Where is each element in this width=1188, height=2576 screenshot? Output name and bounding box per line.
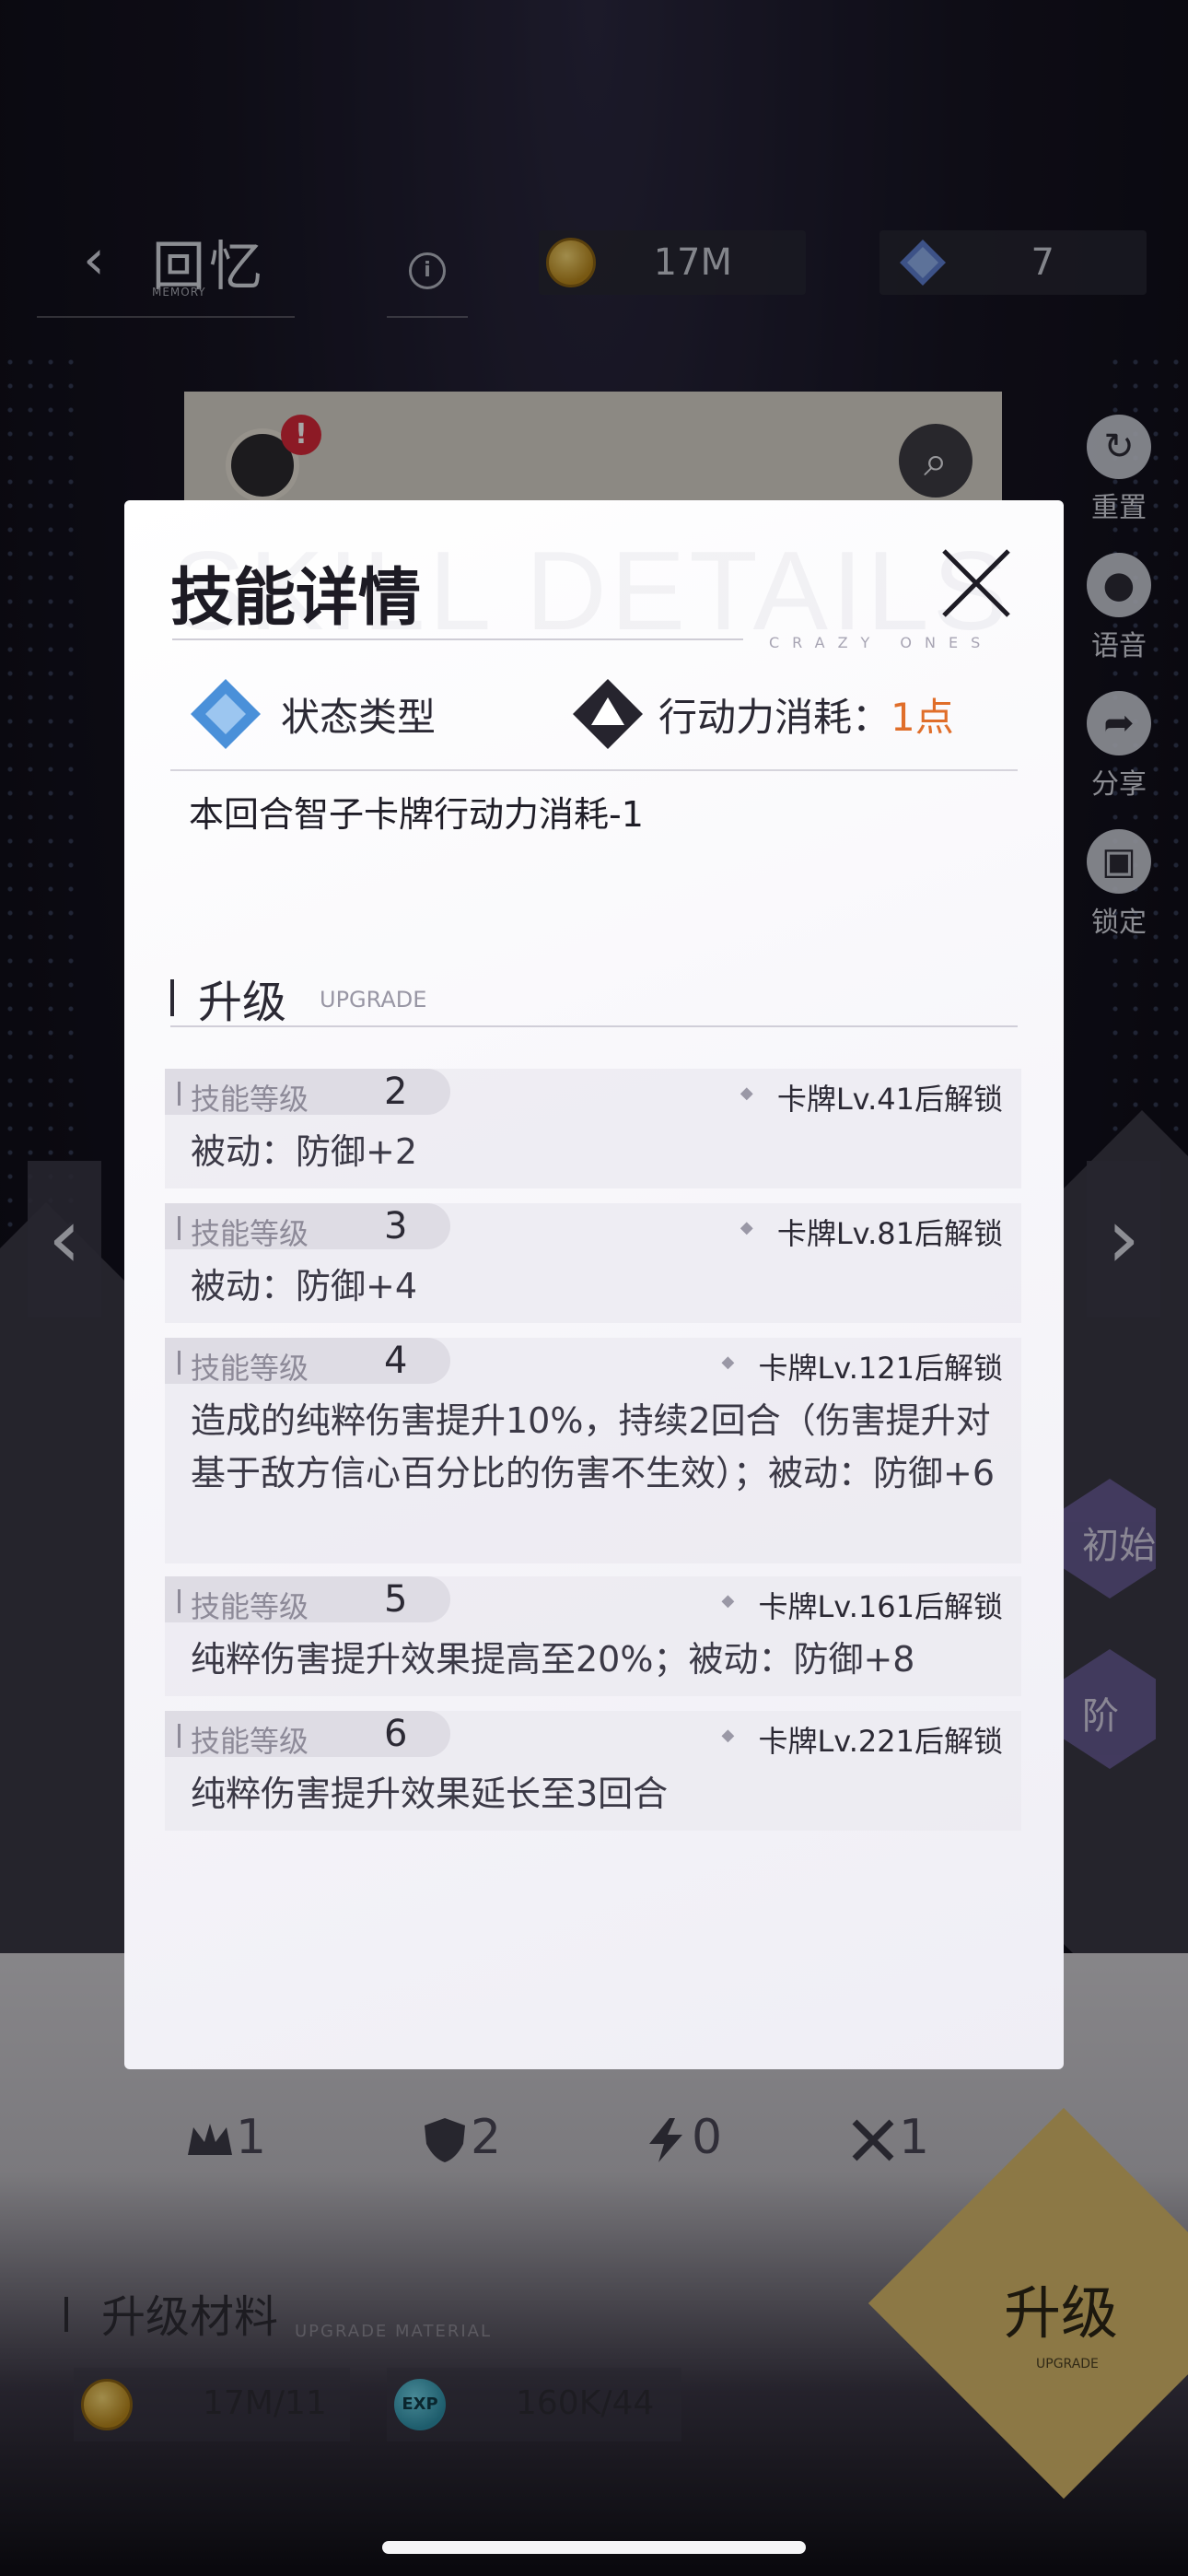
action-cost: 行动力消耗：1点 (658, 695, 954, 740)
title-divider (172, 638, 743, 640)
level-effect: 纯粹伤害提升效果提高至20%；被动：防御+8 (191, 1639, 915, 1680)
skill-level-label: 技能等级 (177, 1345, 309, 1388)
type-divider (170, 769, 1018, 771)
skill-level-number: 6 (384, 1713, 408, 1755)
upgrade-section-title: 升级 (198, 977, 287, 1028)
skill-level-number: 5 (384, 1578, 408, 1621)
skill-type-row: 状态类型 行动力消耗：1点 (189, 666, 1018, 758)
skill-level-label: 技能等级 (177, 1718, 309, 1761)
skill-level-label: 技能等级 (177, 1211, 309, 1253)
level-effect: 被动：防御+2 (191, 1131, 418, 1172)
section-divider (170, 1025, 1018, 1027)
list-item: 技能等级 4 卡牌Lv.121后解锁 造成的纯粹伤害提升10%，持续2回合（伤害… (165, 1338, 1021, 1563)
skill-level-label: 技能等级 (177, 1076, 309, 1118)
unlock-condition: 卡牌Lv.161后解锁 (722, 1584, 1003, 1626)
unlock-condition: 卡牌Lv.221后解锁 (722, 1718, 1003, 1761)
close-icon[interactable] (935, 542, 1018, 625)
list-item: 技能等级 2 卡牌Lv.41后解锁 被动：防御+2 (165, 1069, 1021, 1188)
unlock-condition: 卡牌Lv.81后解锁 (740, 1211, 1003, 1253)
level-effect: 被动：防御+4 (191, 1266, 418, 1306)
list-item: 技能等级 6 卡牌Lv.221后解锁 纯粹伤害提升效果延长至3回合 (165, 1711, 1021, 1831)
action-cost-icon (573, 679, 643, 749)
unlock-condition: 卡牌Lv.41后解锁 (740, 1076, 1003, 1118)
skill-level-pill: 技能等级 4 (165, 1338, 450, 1386)
unlock-condition: 卡牌Lv.121后解锁 (722, 1345, 1003, 1388)
modal-title: 技能详情 (170, 562, 422, 635)
action-cost-value: 1点 (891, 695, 954, 740)
level-effect: 纯粹伤害提升效果延长至3回合 (191, 1774, 669, 1814)
skill-level-pill: 技能等级 2 (165, 1069, 450, 1118)
skill-level-pill: 技能等级 5 (165, 1576, 450, 1624)
skill-level-number: 2 (384, 1071, 408, 1113)
skill-level-number: 4 (384, 1340, 408, 1382)
status-type-icon (191, 679, 261, 749)
list-item: 技能等级 5 卡牌Lv.161后解锁 纯粹伤害提升效果提高至20%；被动：防御+… (165, 1576, 1021, 1696)
list-item: 技能等级 3 卡牌Lv.81后解锁 被动：防御+4 (165, 1203, 1021, 1323)
level-effect: 造成的纯粹伤害提升10%，持续2回合（伤害提升对基于敌方信心百分比的伤害不生效）… (191, 1400, 996, 1493)
skill-level-label: 技能等级 (177, 1584, 309, 1626)
skill-level-number: 3 (384, 1205, 408, 1247)
skill-description: 本回合智子卡牌行动力消耗-1 (189, 794, 644, 835)
skill-level-pill: 技能等级 3 (165, 1203, 450, 1251)
upgrade-section-en: UPGRADE (320, 987, 427, 1013)
home-indicator[interactable] (382, 2541, 806, 2554)
skill-details-modal: SKILL DETAILS 技能详情 CRAZY ONES 状态类型 行动力消耗… (124, 500, 1064, 2069)
modal-subtitle: CRAZY ONES (769, 634, 994, 651)
skill-level-pill: 技能等级 6 (165, 1711, 450, 1759)
status-type-label: 状态类型 (281, 695, 437, 740)
